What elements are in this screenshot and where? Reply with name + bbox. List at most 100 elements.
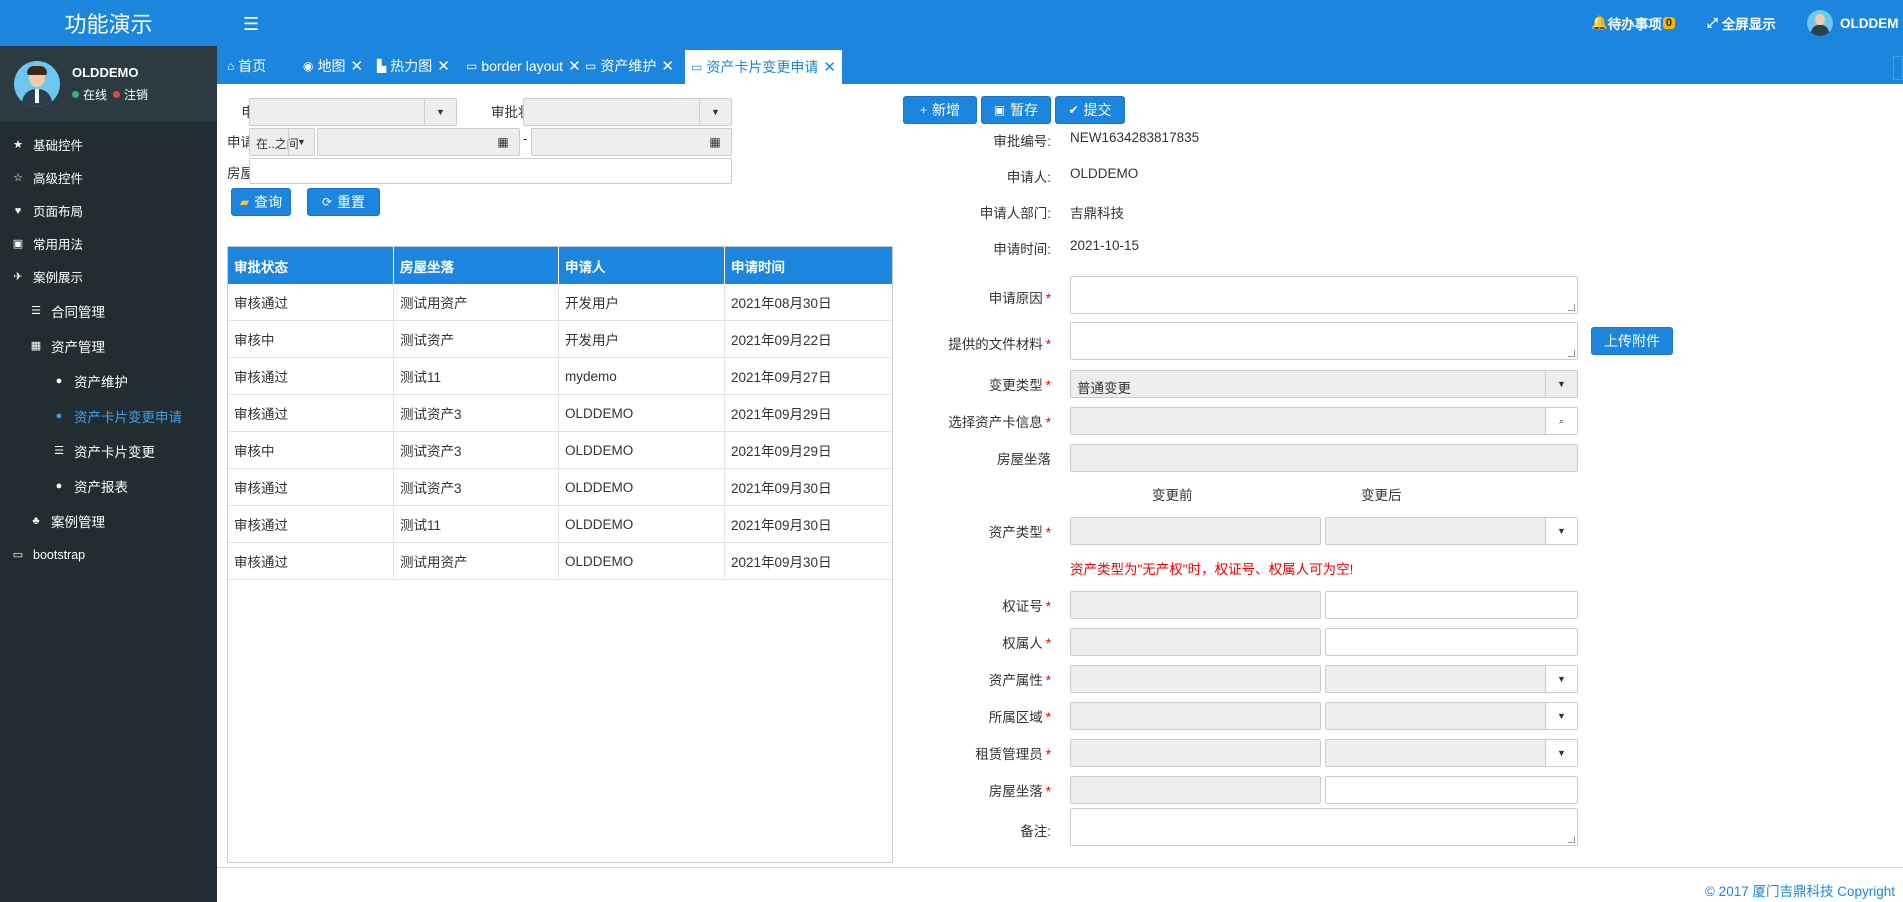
label-text: 权证号 — [1002, 599, 1043, 614]
sidebar-item-bootstrap[interactable]: ▭ bootstrap — [0, 538, 217, 571]
sidebar-item-page-layout[interactable]: ♥ 页面布局 — [0, 194, 217, 227]
table-cell: 测试资产3 — [394, 432, 559, 468]
close-icon[interactable]: ✕ — [823, 58, 836, 76]
label-text: 租赁管理员 — [975, 747, 1043, 762]
after-header: 变更后 — [1361, 488, 1402, 503]
tab-asset-card-change-request[interactable]: ▭ 资产卡片变更申请 ✕ — [685, 48, 842, 84]
sidebar-item-asset-report[interactable]: ● 资产报表 — [0, 468, 217, 503]
search-icon[interactable]: ⌕ — [1545, 408, 1577, 434]
sidebar-item-asset-management[interactable]: ▦ 资产管理 — [0, 328, 217, 363]
applicant-filter-select[interactable]: ▼ — [249, 98, 457, 126]
logout-link[interactable]: 注销 — [124, 86, 148, 103]
sidebar-item-asset-maintenance[interactable]: ● 资产维护 — [0, 363, 217, 398]
menu-toggle-icon[interactable]: ☰ — [243, 14, 259, 35]
column-header[interactable]: 审批状态 — [228, 247, 394, 284]
asset-type-before — [1070, 517, 1321, 545]
start-date-input[interactable]: ▦ — [317, 128, 520, 156]
fullscreen-button[interactable]: ⤢ 全屏显示 — [1707, 0, 1776, 46]
save-draft-button[interactable]: ▣ 暂存 — [981, 96, 1051, 124]
table-cell: OLDDEMO — [559, 543, 725, 579]
chevron-down-icon[interactable]: ▼ — [1545, 703, 1577, 729]
tab-heatmap[interactable]: ▙ 热力图 ✕ — [377, 48, 450, 84]
submit-button[interactable]: ✔ 提交 — [1055, 96, 1125, 124]
tab-map[interactable]: ◉ 地图 ✕ — [303, 48, 363, 84]
table-row[interactable]: 审核通过 测试用资产 开发用户 2021年08月30日 — [228, 284, 892, 321]
table-row[interactable]: 审核通过 测试用资产 OLDDEMO 2021年09月30日 — [228, 543, 892, 580]
asset-attr-after-select[interactable]: ▼ — [1325, 665, 1578, 693]
tab-home[interactable]: ⌂ 首页 — [227, 48, 266, 84]
sidebar-item-label: 案例展示 — [33, 271, 84, 285]
table-cell: 审核通过 — [228, 469, 394, 505]
column-header[interactable]: 房屋坐落 — [394, 247, 559, 284]
tab-asset-maintenance[interactable]: ▭ 资产维护 ✕ — [585, 48, 674, 84]
end-date-input[interactable]: ▦ — [531, 128, 732, 156]
card-info-input[interactable]: ⌕ — [1070, 407, 1578, 435]
close-icon[interactable]: ✕ — [661, 57, 674, 75]
owner-after-input[interactable] — [1325, 628, 1578, 656]
sidebar-item-case-management[interactable]: ♣ 案例管理 — [0, 503, 217, 538]
cert-no-after-input[interactable] — [1325, 591, 1578, 619]
column-header[interactable]: 申请人 — [559, 247, 725, 284]
table-cell: 2021年09月29日 — [731, 407, 832, 422]
column-header[interactable]: 申请时间 — [725, 247, 892, 284]
reset-button[interactable]: ⟳ 重置 — [307, 188, 380, 216]
add-button[interactable]: + 新增 — [903, 96, 977, 124]
tab-scroll-right[interactable] — [1893, 56, 1903, 80]
chevron-down-icon[interactable]: ▼ — [1545, 518, 1577, 544]
chevron-down-icon[interactable]: ▼ — [1545, 666, 1577, 692]
table-row[interactable]: 审核通过 测试资产3 OLDDEMO 2021年09月29日 — [228, 395, 892, 432]
todo-button[interactable]: 🔔 待办事项 0 — [1591, 0, 1675, 46]
chevron-down-icon[interactable]: ▼ — [1545, 371, 1577, 397]
chevron-down-icon[interactable]: ▼ — [288, 129, 314, 155]
sidebar-item-label: 资产卡片变更申请 — [74, 409, 182, 425]
sidebar-item-contract[interactable]: ☰ 合同管理 — [0, 293, 217, 328]
close-icon[interactable]: ✕ — [350, 57, 363, 75]
chevron-down-icon[interactable]: ▼ — [1545, 740, 1577, 766]
files-textarea[interactable] — [1070, 322, 1578, 360]
label-text: 选择资产卡信息 — [948, 415, 1043, 430]
avatar — [1807, 10, 1833, 36]
table-row[interactable]: 审核通过 测试11 OLDDEMO 2021年09月30日 — [228, 506, 892, 543]
time-operator-select[interactable]: 在..之间 ▼ — [249, 128, 315, 156]
note-textarea[interactable] — [1070, 808, 1578, 846]
copyright-text[interactable]: © 2017 厦门吉鼎科技 Copyright — [1705, 884, 1895, 899]
location-filter-input[interactable] — [249, 158, 732, 184]
table-row[interactable]: 审核中 测试资产 开发用户 2021年09月22日 — [228, 321, 892, 358]
manager-before — [1070, 739, 1321, 767]
location-after-input[interactable] — [1325, 776, 1578, 804]
change-type-select[interactable]: 普通变更 ▼ — [1070, 370, 1578, 398]
table-row[interactable]: 审核中 测试资产3 OLDDEMO 2021年09月29日 — [228, 432, 892, 469]
search-button[interactable]: ▰ 查询 — [231, 188, 291, 216]
table-cell: 测试11 — [394, 358, 559, 394]
sidebar-item-label: 资产管理 — [51, 339, 105, 355]
chevron-down-icon[interactable]: ▼ — [699, 99, 731, 125]
asset-type-after-select[interactable]: ▼ — [1325, 517, 1578, 545]
calendar-icon[interactable]: ▦ — [699, 129, 731, 155]
upload-attachment-button[interactable]: 上传附件 — [1591, 327, 1673, 355]
tab-border-layout[interactable]: ▭ border layout ✕ — [466, 48, 581, 84]
user-menu[interactable]: OLDDEM — [1807, 0, 1899, 46]
star-icon: ★ — [13, 139, 23, 151]
manager-after-select[interactable]: ▼ — [1325, 739, 1578, 767]
sidebar-item-label: 基础控件 — [33, 139, 84, 153]
list-icon: ☰ — [54, 445, 64, 457]
close-icon[interactable]: ✕ — [437, 57, 450, 75]
table-cell: OLDDEMO — [559, 506, 725, 542]
calendar-icon[interactable]: ▦ — [487, 129, 519, 155]
chevron-down-icon[interactable]: ▼ — [424, 99, 456, 125]
table-row[interactable]: 审核通过 测试资产3 OLDDEMO 2021年09月30日 — [228, 469, 892, 506]
sidebar-item-asset-card-change-request[interactable]: ● 资产卡片变更申请 — [0, 398, 217, 433]
area-after-select[interactable]: ▼ — [1325, 702, 1578, 730]
status-filter-select[interactable]: ▼ — [523, 98, 732, 126]
app-logo[interactable]: 功能演示 — [0, 0, 217, 46]
check-icon: ✔ — [1068, 103, 1079, 117]
reason-textarea[interactable] — [1070, 276, 1578, 314]
sidebar-item-common-usage[interactable]: ▣ 常用用法 — [0, 227, 217, 260]
sidebar-item-basic-controls[interactable]: ★ 基础控件 — [0, 128, 217, 161]
table-row[interactable]: 审核通过 测试11 mydemo 2021年09月27日 — [228, 358, 892, 395]
logout-dot-icon — [113, 91, 121, 98]
sidebar-item-case-show[interactable]: ✈ 案例展示 — [0, 260, 217, 293]
sidebar-item-asset-card-change[interactable]: ☰ 资产卡片变更 — [0, 433, 217, 468]
sidebar-item-advanced-controls[interactable]: ☆ 高级控件 — [0, 161, 217, 194]
close-icon[interactable]: ✕ — [568, 57, 581, 75]
